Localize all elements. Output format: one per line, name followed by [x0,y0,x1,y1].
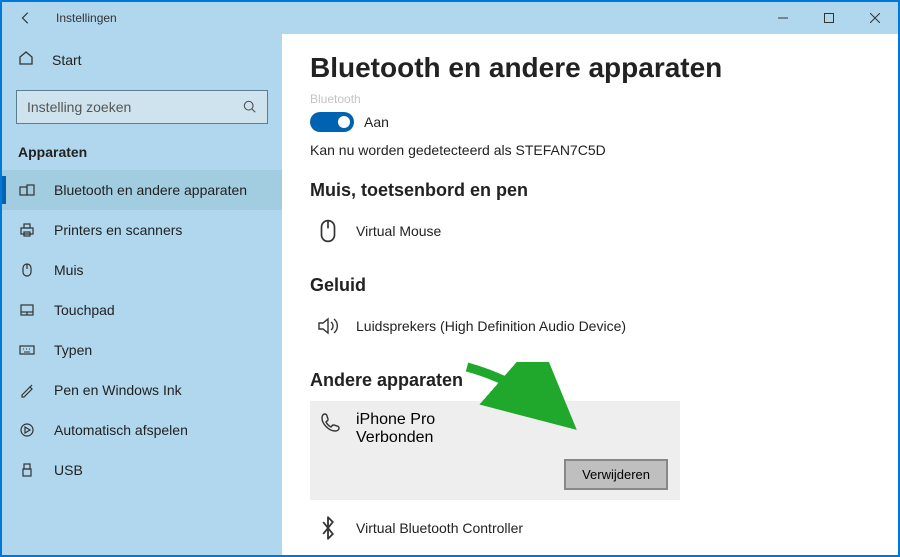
sidebar-home-label: Start [52,52,82,68]
search-input[interactable] [17,99,233,115]
group-input-devices: Muis, toetsenbord en pen Virtual Mouse [310,180,870,251]
device-name: Virtual Mouse [356,223,441,239]
remove-device-button[interactable]: Verwijderen [564,459,668,490]
bluetooth-toggle[interactable] [310,112,354,132]
usb-icon [18,462,36,478]
printer-icon [18,222,36,238]
group-title: Geluid [310,275,870,296]
devices-icon [18,182,36,198]
speaker-icon [314,314,342,338]
sidebar-nav: Bluetooth en andere apparaten Printers e… [2,170,282,490]
sidebar-item-touchpad[interactable]: Touchpad [2,290,282,330]
page-title: Bluetooth en andere apparaten [310,52,870,84]
content-pane: Bluetooth en andere apparaten Bluetooth … [282,34,898,555]
sidebar-home[interactable]: Start [2,40,282,80]
minimize-button[interactable] [760,2,806,34]
sidebar-item-label: Automatisch afspelen [54,422,188,438]
discoverable-text: Kan nu worden gedetecteerd als STEFAN7C5… [310,142,870,158]
window-title: Instellingen [50,11,117,25]
device-name: Luidsprekers (High Definition Audio Devi… [356,318,626,334]
touchpad-icon [18,302,36,318]
keyboard-icon [18,342,36,358]
device-name: Virtual Bluetooth Controller [356,520,523,536]
sidebar-item-label: Typen [54,342,92,358]
close-button[interactable] [852,2,898,34]
bluetooth-toggle-state: Aan [364,114,389,130]
device-virtual-bt-controller[interactable]: Virtual Bluetooth Controller [310,508,870,548]
sidebar-item-printers[interactable]: Printers en scanners [2,210,282,250]
back-button[interactable] [2,11,50,25]
maximize-button[interactable] [806,2,852,34]
device-status: Verbonden [356,429,435,447]
device-virtual-mouse[interactable]: Virtual Mouse [310,211,870,251]
group-title: Muis, toetsenbord en pen [310,180,870,201]
autoplay-icon [18,422,36,438]
settings-window: Instellingen Start [2,2,898,555]
sidebar-item-label: Touchpad [54,302,115,318]
device-name: iPhone Pro [356,411,435,429]
sidebar: Start Apparaten Bluetooth en andere appa… [2,34,282,555]
bluetooth-icon [314,516,342,540]
group-audio: Geluid Luidsprekers (High Definition Aud… [310,275,870,346]
sidebar-item-label: USB [54,462,83,478]
sidebar-item-typing[interactable]: Typen [2,330,282,370]
home-icon [18,50,34,71]
sidebar-section-header: Apparaten [2,138,282,170]
mouse-icon [314,218,342,244]
device-card-iphone[interactable]: iPhone Pro Verbonden Verwijderen [310,401,680,500]
device-speakers[interactable]: Luidsprekers (High Definition Audio Devi… [310,306,870,346]
group-title: Andere apparaten [310,370,870,391]
sidebar-item-mouse[interactable]: Muis [2,250,282,290]
sidebar-item-label: Printers en scanners [54,222,182,238]
sidebar-item-usb[interactable]: USB [2,450,282,490]
sidebar-item-pen[interactable]: Pen en Windows Ink [2,370,282,410]
sidebar-item-label: Muis [54,262,84,278]
titlebar: Instellingen [2,2,898,34]
search-box[interactable] [16,90,268,124]
mouse-icon [18,262,36,278]
sidebar-item-bluetooth[interactable]: Bluetooth en andere apparaten [2,170,282,210]
bluetooth-label-cut: Bluetooth [310,92,870,106]
group-other-devices: Andere apparaten iPhone Pro Verbonden Ve… [310,370,870,548]
sidebar-item-label: Pen en Windows Ink [54,382,182,398]
sidebar-item-autoplay[interactable]: Automatisch afspelen [2,410,282,450]
phone-icon [318,411,342,440]
search-icon [233,100,267,114]
sidebar-item-label: Bluetooth en andere apparaten [54,182,247,198]
pen-icon [18,382,36,398]
